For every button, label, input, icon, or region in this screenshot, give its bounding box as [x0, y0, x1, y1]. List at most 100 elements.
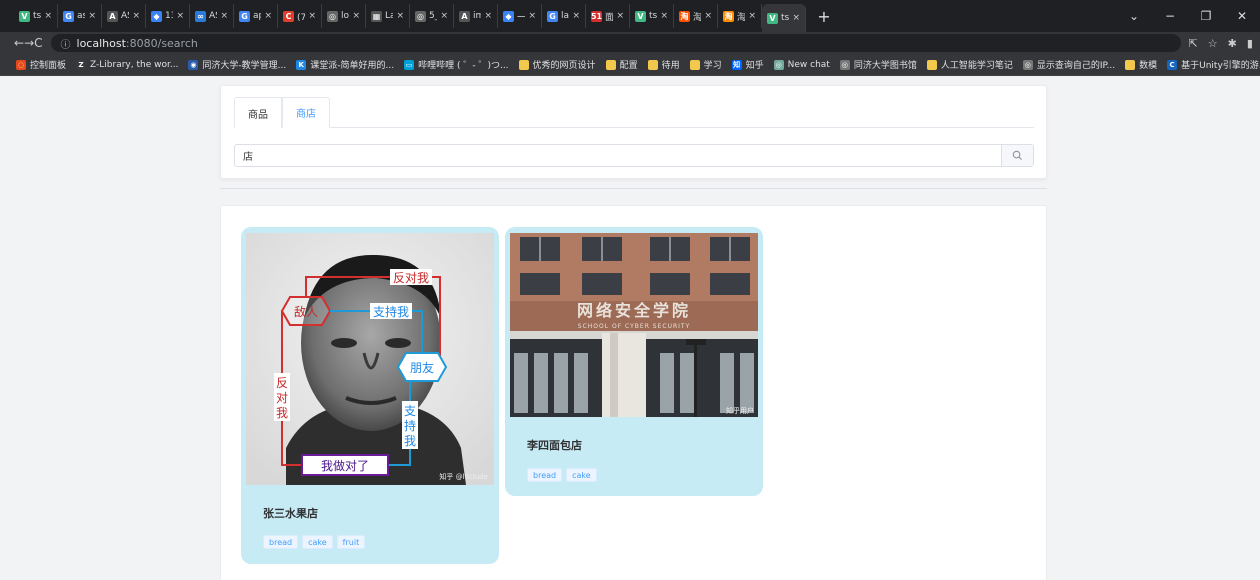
browser-tab[interactable]: ▦Lab×: [366, 4, 410, 28]
shop-card[interactable]: 网络安全学院 SCHOOL OF CYBER SECURITY 知乎用户 李四面…: [505, 227, 763, 496]
browser-tab[interactable]: Vtsfro×: [630, 4, 674, 28]
browser-tab[interactable]: AASP×: [102, 4, 146, 28]
bookmark-item[interactable]: ◌ 控制面板: [16, 58, 66, 71]
annotation-support-right-1: 支: [404, 404, 416, 418]
new-tab-button[interactable]: +: [814, 7, 834, 26]
browser-tab[interactable]: 淘淘宝×: [674, 4, 718, 28]
building-sign-en: SCHOOL OF CYBER SECURITY: [578, 323, 690, 330]
bookmark-item[interactable]: C 基于Unity引擎的游...: [1167, 58, 1260, 71]
browser-tab[interactable]: ◆13.A×: [146, 4, 190, 28]
tab-close-icon[interactable]: ×: [660, 11, 668, 21]
bookmark-item[interactable]: ◎ 同济大学图书馆: [839, 58, 917, 71]
bookmark-item[interactable]: 优秀的网页设计: [518, 58, 596, 71]
tab-close-icon[interactable]: ×: [88, 11, 96, 21]
browser-tab[interactable]: 淘淘宝×: [718, 4, 762, 28]
tab-close-icon[interactable]: ×: [440, 11, 448, 21]
tab-close-icon[interactable]: ×: [616, 11, 624, 21]
tab-close-icon[interactable]: ×: [264, 11, 272, 21]
search-type-tabs: 商品 商店: [234, 97, 1034, 128]
tab-close-icon[interactable]: ×: [220, 11, 228, 21]
browser-tab[interactable]: ◎5_0×: [410, 4, 454, 28]
bookmark-star-icon[interactable]: ☆: [1208, 37, 1218, 50]
tab-close-icon[interactable]: ×: [44, 11, 52, 21]
tab-close-icon[interactable]: ×: [528, 11, 536, 21]
tab-favicon-icon: A: [107, 10, 118, 22]
tab-favicon-icon: G: [63, 10, 74, 22]
tab-close-icon[interactable]: ×: [792, 13, 800, 23]
browser-tab[interactable]: Glazy×: [542, 4, 586, 28]
search-button[interactable]: [1001, 145, 1033, 166]
extensions-icon[interactable]: ✱: [1228, 37, 1237, 50]
browser-tab[interactable]: ∞ASP×: [190, 4, 234, 28]
minimize-button[interactable]: −: [1152, 9, 1188, 23]
bookmark-item[interactable]: 待用: [647, 58, 680, 71]
shop-name[interactable]: 李四面包店: [527, 437, 582, 453]
shop-name[interactable]: 张三水果店: [263, 505, 318, 521]
tab-shops[interactable]: 商店: [282, 97, 330, 128]
forward-icon[interactable]: →: [24, 36, 34, 50]
tab-close-icon[interactable]: ×: [748, 11, 756, 21]
shop-card[interactable]: 反对我 敌人 支持我 朋友 反 对 我 支 持 我 我做对了 知乎 @l0clu…: [241, 227, 499, 564]
bookmark-item[interactable]: Z Z-Library, the wor...: [76, 59, 179, 70]
tab-close-icon[interactable]: ×: [308, 11, 316, 21]
search-input[interactable]: [235, 150, 1001, 161]
tab-title: 淘宝: [737, 12, 746, 23]
bookmark-item[interactable]: ◎ New chat: [773, 59, 830, 70]
bookmark-label: Z-Library, the wor...: [90, 59, 179, 70]
tab-close-icon[interactable]: ×: [484, 11, 492, 21]
back-icon[interactable]: ←: [14, 36, 24, 50]
tab-favicon-icon: ▦: [371, 10, 382, 22]
close-window-button[interactable]: ✕: [1224, 9, 1260, 23]
browser-toolbar: ← → C ⓘ localhost :8080/search ⇱ ☆ ✱ ▮ s…: [0, 32, 1260, 54]
bookmark-item[interactable]: ◉ 同济大学-教学管理...: [188, 58, 286, 71]
browser-tab[interactable]: ◆一个×: [498, 4, 542, 28]
browser-tab[interactable]: ◎loca×: [322, 4, 366, 28]
tab-close-icon[interactable]: ×: [396, 11, 404, 21]
browser-tab[interactable]: Vtsfro×: [762, 4, 806, 32]
tab-products[interactable]: 商品: [234, 97, 282, 128]
folder-icon: [1125, 59, 1136, 70]
bookmark-item[interactable]: K 课堂派-简单好用的...: [296, 58, 394, 71]
browser-tab[interactable]: C(71条×: [278, 4, 322, 28]
annotation-enemy: 敌人: [294, 304, 318, 319]
address-bar[interactable]: ⓘ localhost :8080/search: [50, 34, 1181, 52]
tab-title: lazy: [561, 11, 570, 21]
bookmark-item[interactable]: 知知乎: [731, 58, 764, 71]
browser-tab[interactable]: 51面试×: [586, 4, 630, 28]
tab-close-icon[interactable]: ×: [572, 11, 580, 21]
tab-title: 一个: [517, 12, 526, 23]
sidepanel-icon[interactable]: ▮: [1247, 37, 1253, 50]
bookmark-label: 配置: [619, 61, 638, 71]
bookmark-item[interactable]: 配置: [605, 58, 638, 71]
tab-search-button[interactable]: ⌄: [1116, 9, 1152, 23]
tab-title: 淘宝: [693, 12, 702, 23]
bookmark-item[interactable]: ▭ 哔哩哔哩 ( ゜- ゜)つ...: [404, 58, 509, 71]
bookmark-item[interactable]: 人工智能学习笔记: [926, 58, 1013, 71]
reload-icon[interactable]: C: [34, 36, 42, 50]
restore-button[interactable]: ❐: [1188, 9, 1224, 23]
bookmark-item[interactable]: 学习: [689, 58, 722, 71]
tab-close-icon[interactable]: ×: [132, 11, 140, 21]
bookmark-favicon-icon: ◎: [1022, 59, 1033, 70]
bookmark-label: 知乎: [745, 61, 764, 71]
toolbar-actions: ⇱ ☆ ✱ ▮ s ⋮: [1189, 36, 1260, 50]
tab-close-icon[interactable]: ×: [352, 11, 360, 21]
browser-tab[interactable]: Aimag×: [454, 4, 498, 28]
bookmark-label: 学习: [703, 61, 722, 71]
bookmark-item[interactable]: ◎ 显示查询自己的IP...: [1022, 58, 1115, 71]
bookmarks-bar: ◌ 控制面板 Z Z-Library, the wor... ◉ 同济大学-教学管理...…: [0, 54, 1260, 76]
browser-tab[interactable]: Vtsfro×: [14, 4, 58, 28]
browser-tab[interactable]: Gasp.×: [58, 4, 102, 28]
bookmark-favicon-icon: ◉: [188, 59, 199, 70]
url-host: localhost: [76, 36, 126, 50]
tab-favicon-icon: 淘: [679, 10, 690, 22]
site-info-icon[interactable]: ⓘ: [61, 36, 71, 51]
tab-title: ASP: [209, 11, 217, 21]
browser-tab[interactable]: Gapp×: [234, 4, 278, 28]
tab-close-icon[interactable]: ×: [704, 11, 712, 21]
bookmark-item[interactable]: 数模: [1125, 58, 1157, 71]
tab-favicon-icon: ◆: [503, 10, 514, 22]
share-icon[interactable]: ⇱: [1189, 37, 1198, 50]
tab-close-icon[interactable]: ×: [176, 11, 184, 21]
annotation-oppose-top: 反对我: [393, 271, 429, 285]
